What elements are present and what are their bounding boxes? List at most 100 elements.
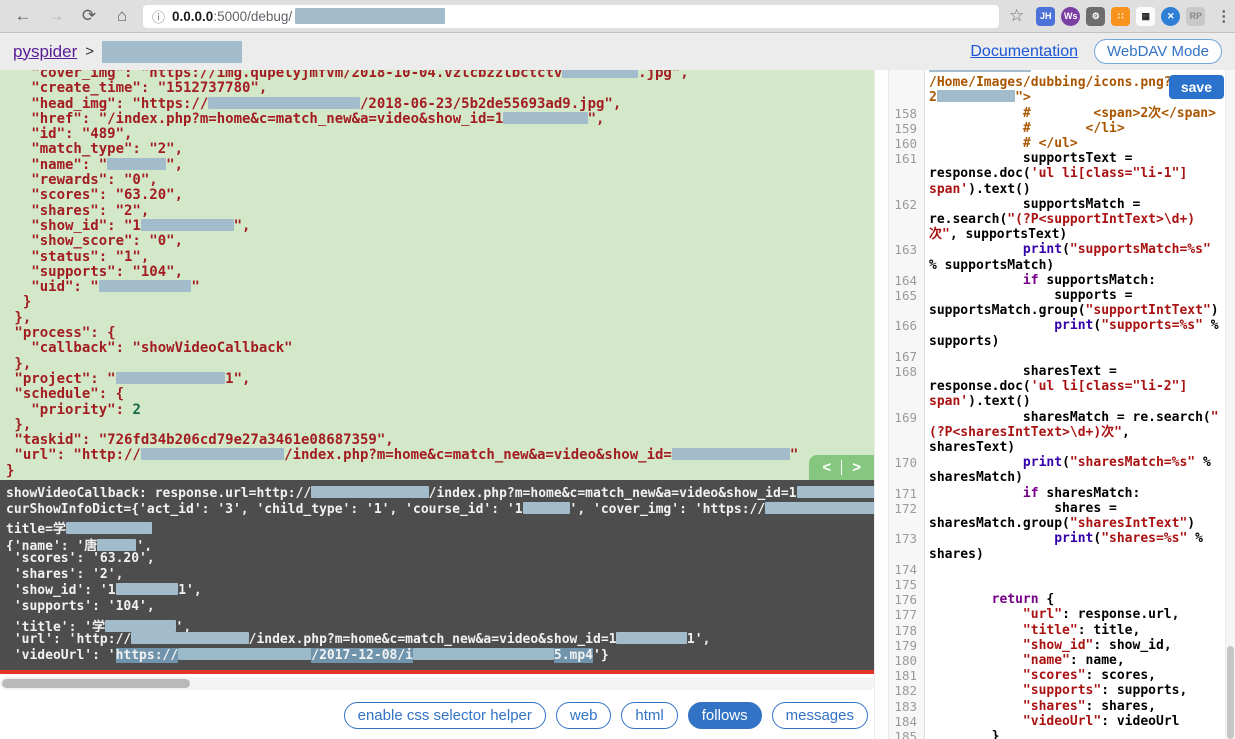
- code-text[interactable]: # </ul>: [925, 136, 1235, 151]
- panel-scroll-strip: [874, 70, 888, 739]
- editor-code[interactable]: /Home/Images/dubbing/icons.png? 2 "> 158 # …: [889, 70, 1235, 739]
- code-text[interactable]: "name": name,: [925, 653, 1235, 668]
- line-number: 159: [894, 120, 917, 136]
- blue-circle-extension-icon[interactable]: ✕: [1161, 6, 1181, 26]
- code-text[interactable]: print("supports=%s" % supports): [925, 318, 1235, 348]
- code-text[interactable]: "scores": scores,: [925, 668, 1235, 683]
- line-number: 170: [894, 455, 917, 471]
- code-line: 181 "scores": scores,: [889, 668, 1235, 683]
- code-line: 176 return {: [889, 592, 1235, 607]
- code-text[interactable]: "url": response.url,: [925, 607, 1235, 622]
- run-output-console[interactable]: showVideoCallback: response.url=http:///…: [0, 480, 874, 670]
- line-number: 179: [894, 637, 917, 653]
- jh-extension-icon[interactable]: JH: [1036, 6, 1056, 26]
- redacted-text: [131, 631, 249, 644]
- script-editor-panel[interactable]: /Home/Images/dubbing/icons.png? 2 "> 158 # …: [888, 70, 1235, 739]
- line-number: 169: [894, 409, 917, 425]
- code-text[interactable]: [925, 562, 1235, 577]
- editor-scrollbar[interactable]: [1225, 70, 1235, 739]
- url-bar[interactable]: ⓘ 0.0.0.0:5000/debug/: [143, 4, 999, 28]
- rp-extension-icon[interactable]: RP: [1186, 6, 1206, 26]
- code-text[interactable]: sharesText = response.doc('ul li[class="…: [925, 364, 1235, 410]
- console-scroll-thumb[interactable]: [2, 679, 190, 688]
- redacted-text: [413, 647, 554, 660]
- console-line: {'name': '唐 ',: [6, 538, 153, 551]
- code-text[interactable]: supportsText = response.doc('ul li[class…: [925, 151, 1235, 197]
- tab-messages[interactable]: messages: [771, 702, 868, 729]
- task-json-line: "schedule": {: [6, 386, 125, 402]
- task-json-line: "href": "/index.php?m=home&c=match_new&a…: [6, 110, 605, 127]
- line-number: [889, 75, 925, 90]
- code-text[interactable]: "shares": shares,: [925, 699, 1235, 714]
- code-text[interactable]: if sharesMatch:: [925, 486, 1235, 501]
- next-task-button[interactable]: >: [852, 459, 861, 476]
- task-json-panel[interactable]: "cover_img": "https://img.qupelyjmfvm/20…: [0, 70, 874, 480]
- line-number: 183: [894, 698, 917, 714]
- code-line: 175: [889, 577, 1235, 592]
- code-text[interactable]: print("shares=%s" % shares): [925, 531, 1235, 561]
- code-text[interactable]: [925, 577, 1235, 592]
- code-line: 185 }: [889, 729, 1235, 739]
- webdav-mode-button[interactable]: WebDAV Mode: [1094, 39, 1222, 64]
- home-icon[interactable]: ⌂: [112, 6, 132, 26]
- code-text[interactable]: [925, 349, 1235, 364]
- orange-extension-icon[interactable]: ∷: [1111, 6, 1131, 26]
- ws-extension-icon[interactable]: Ws: [1061, 6, 1081, 26]
- task-json-line: "scores": "63.20",: [6, 187, 184, 203]
- code-line: 165 supports = supportsMatch.group("supp…: [889, 288, 1235, 318]
- code-text[interactable]: "supports": supports,: [925, 683, 1235, 698]
- code-text[interactable]: if supportsMatch:: [925, 273, 1235, 288]
- code-line: 179 "show_id": show_id,: [889, 638, 1235, 653]
- line-number: 163: [894, 242, 917, 258]
- redacted-text: [115, 583, 179, 596]
- back-icon[interactable]: ←: [13, 6, 33, 26]
- code-text[interactable]: "videoUrl": videoUrl: [925, 714, 1235, 729]
- redacted-text: [98, 280, 192, 293]
- tab-web[interactable]: web: [555, 702, 612, 729]
- line-number: 167: [894, 348, 917, 364]
- redacted-text: [140, 448, 285, 461]
- save-button[interactable]: save: [1168, 75, 1224, 99]
- redacted-text: [616, 631, 687, 644]
- reload-icon[interactable]: ⟳: [79, 6, 99, 26]
- code-text[interactable]: sharesMatch = re.search("(?P<sharesIntTe…: [925, 410, 1235, 456]
- code-text[interactable]: print("supportsMatch=%s" % supportsMatch…: [925, 242, 1235, 272]
- forward-icon[interactable]: →: [46, 6, 66, 26]
- code-text[interactable]: # </li>: [925, 121, 1235, 136]
- code-line: 183 "shares": shares,: [889, 699, 1235, 714]
- redacted-text: [562, 70, 639, 78]
- task-json-line: "shares": "2",: [6, 202, 150, 218]
- code-text[interactable]: "show_id": show_id,: [925, 638, 1235, 653]
- line-number: 164: [894, 272, 917, 288]
- redacted-text: [671, 448, 790, 461]
- bookmark-star-icon[interactable]: ☆: [1009, 6, 1024, 26]
- enable-css-selector-helper-button[interactable]: enable css selector helper: [343, 702, 546, 729]
- code-text[interactable]: }: [925, 729, 1235, 739]
- code-text[interactable]: supports = supportsMatch.group("supportI…: [925, 288, 1235, 318]
- prev-task-button[interactable]: <: [822, 459, 831, 476]
- redacted-text: [929, 70, 1031, 72]
- redacted-text: [178, 647, 312, 660]
- code-text[interactable]: shares = sharesMatch.group("sharesIntTex…: [925, 501, 1235, 531]
- tab-follows[interactable]: follows: [687, 702, 762, 729]
- code-line: 184 "videoUrl": videoUrl: [889, 714, 1235, 729]
- code-text[interactable]: # <span>2次</span>: [925, 106, 1235, 121]
- tab-html[interactable]: html: [621, 702, 678, 729]
- documentation-link[interactable]: Documentation: [970, 43, 1078, 61]
- code-line: 162 supportsMatch = re.search("(?P<suppo…: [889, 197, 1235, 243]
- react-devtools-icon[interactable]: ⚙: [1086, 6, 1106, 26]
- editor-scroll-thumb[interactable]: [1227, 646, 1234, 739]
- task-json-line: "project": " 1",: [6, 370, 251, 387]
- code-text[interactable]: return {: [925, 592, 1235, 607]
- page-info-icon[interactable]: ⓘ: [152, 7, 165, 26]
- console-horizontal-scrollbar[interactable]: [0, 677, 874, 690]
- left-column: "cover_img": "https://img.qupelyjmfvm/20…: [0, 70, 888, 739]
- pyspider-home-link[interactable]: pyspider: [13, 42, 77, 62]
- code-text[interactable]: supportsMatch = re.search("(?P<supportIn…: [925, 197, 1235, 243]
- code-text[interactable]: print("sharesMatch=%s" % sharesMatch): [925, 455, 1235, 485]
- task-json-line: "rewards": "0",: [6, 172, 158, 188]
- code-text[interactable]: "title": title,: [925, 623, 1235, 638]
- browser-menu-icon[interactable]: ⋮: [1216, 7, 1231, 25]
- qr-code-icon[interactable]: ▦: [1136, 6, 1156, 26]
- task-json-line: },: [6, 309, 32, 326]
